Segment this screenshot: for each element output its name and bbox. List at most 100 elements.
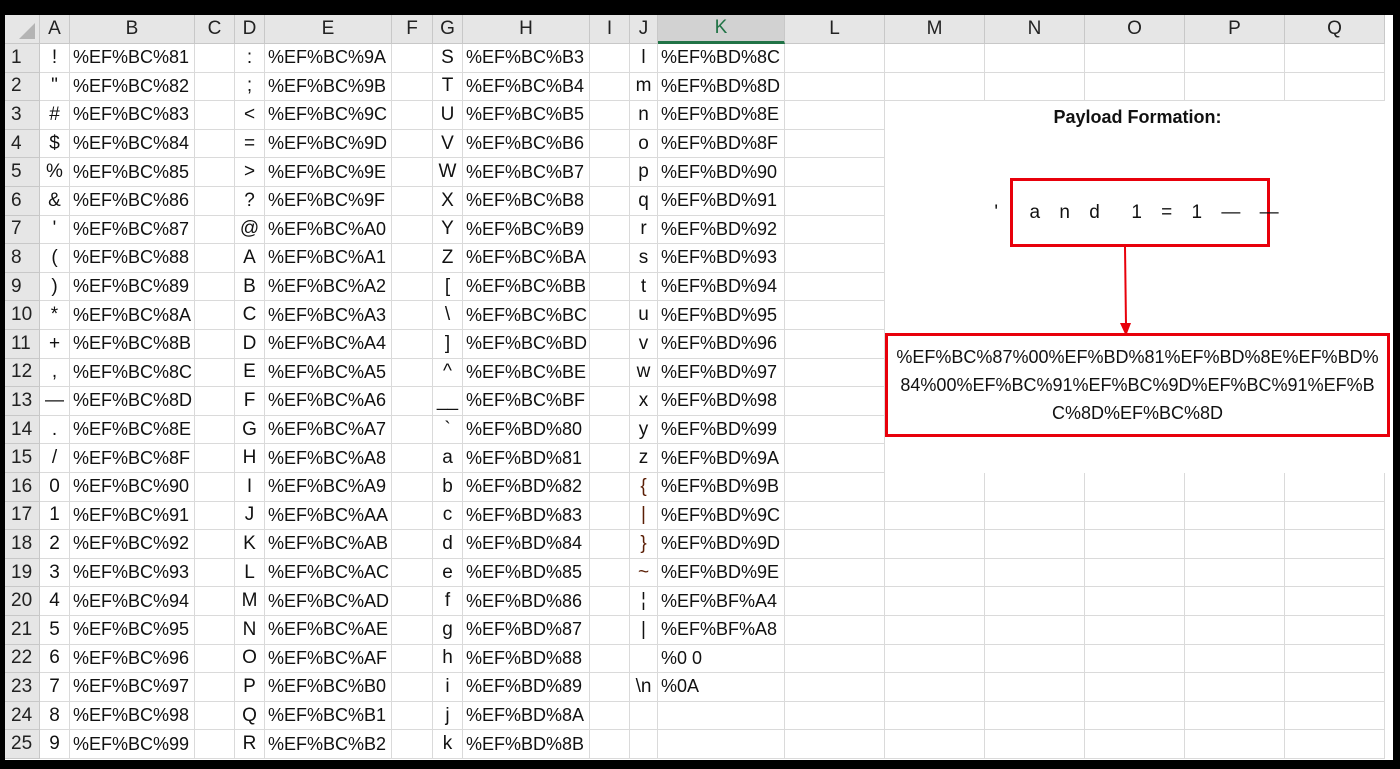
row-header-2[interactable]: 2 [5, 72, 40, 102]
cell-p18[interactable] [1185, 530, 1285, 559]
cell-b16[interactable]: %EF%BC%90 [70, 473, 195, 502]
cell-c18[interactable] [195, 530, 235, 559]
char-cell-g22[interactable]: h [433, 644, 463, 674]
column-header-h[interactable]: H [463, 15, 590, 44]
cell-b5[interactable]: %EF%BC%85 [70, 158, 195, 187]
char-cell-a20[interactable]: 4 [40, 587, 70, 616]
cell-n22[interactable] [985, 644, 1085, 674]
cell-p25[interactable] [1185, 730, 1285, 759]
row-header-10[interactable]: 10 [5, 301, 40, 330]
char-cell-a18[interactable]: 2 [40, 530, 70, 559]
char-cell-j10[interactable]: u [630, 301, 658, 330]
cell-i8[interactable] [590, 244, 630, 273]
cell-o23[interactable] [1085, 673, 1185, 702]
char-cell-g13[interactable]: __ [433, 387, 463, 416]
cell-i14[interactable] [590, 415, 630, 445]
cell-h5[interactable]: %EF%BC%B7 [463, 158, 590, 187]
column-header-c[interactable]: C [195, 15, 235, 44]
cell-p2[interactable] [1185, 72, 1285, 102]
row-header-11[interactable]: 11 [5, 330, 40, 359]
row-header-24[interactable]: 24 [5, 701, 40, 731]
row-header-13[interactable]: 13 [5, 387, 40, 416]
cell-f9[interactable] [392, 272, 433, 302]
cell-b10[interactable]: %EF%BC%8A [70, 301, 195, 330]
cell-q25[interactable] [1285, 730, 1385, 759]
char-cell-d17[interactable]: J [235, 501, 265, 531]
cell-i15[interactable] [590, 444, 630, 473]
cell-i6[interactable] [590, 187, 630, 216]
cell-f11[interactable] [392, 330, 433, 359]
char-cell-g10[interactable]: \ [433, 301, 463, 330]
cell-f4[interactable] [392, 129, 433, 159]
cell-l24[interactable] [785, 701, 885, 731]
column-header-f[interactable]: F [392, 15, 433, 44]
cell-b24[interactable]: %EF%BC%98 [70, 701, 195, 731]
cell-p16[interactable] [1185, 473, 1285, 502]
cell-h13[interactable]: %EF%BC%BF [463, 387, 590, 416]
row-header-14[interactable]: 14 [5, 415, 40, 445]
cell-b8[interactable]: %EF%BC%88 [70, 244, 195, 273]
cell-n19[interactable] [985, 558, 1085, 588]
char-cell-d2[interactable]: ; [235, 72, 265, 102]
cell-f21[interactable] [392, 616, 433, 645]
cell-k20[interactable]: %EF%BF%A4 [658, 587, 785, 616]
char-cell-g11[interactable]: ] [433, 330, 463, 359]
cell-i12[interactable] [590, 358, 630, 388]
cell-k19[interactable]: %EF%BD%9E [658, 558, 785, 588]
row-header-8[interactable]: 8 [5, 244, 40, 273]
cell-e8[interactable]: %EF%BC%A1 [265, 244, 392, 273]
row-header-12[interactable]: 12 [5, 358, 40, 388]
cell-k14[interactable]: %EF%BD%99 [658, 415, 785, 445]
cell-i17[interactable] [590, 501, 630, 531]
cell-n1[interactable] [985, 44, 1085, 73]
cell-f8[interactable] [392, 244, 433, 273]
cell-b2[interactable]: %EF%BC%82 [70, 72, 195, 102]
char-cell-g3[interactable]: U [433, 101, 463, 130]
cell-q18[interactable] [1285, 530, 1385, 559]
cell-m1[interactable] [885, 44, 985, 73]
cell-k24[interactable] [658, 701, 785, 731]
cell-n21[interactable] [985, 616, 1085, 645]
cell-k2[interactable]: %EF%BD%8D [658, 72, 785, 102]
cell-e7[interactable]: %EF%BC%A0 [265, 215, 392, 245]
cell-q22[interactable] [1285, 644, 1385, 674]
cell-n2[interactable] [985, 72, 1085, 102]
cell-o18[interactable] [1085, 530, 1185, 559]
cell-f23[interactable] [392, 673, 433, 702]
cell-m2[interactable] [885, 72, 985, 102]
cell-k11[interactable]: %EF%BD%96 [658, 330, 785, 359]
cell-h10[interactable]: %EF%BC%BC [463, 301, 590, 330]
cell-f12[interactable] [392, 358, 433, 388]
cell-h9[interactable]: %EF%BC%BB [463, 272, 590, 302]
row-header-3[interactable]: 3 [5, 101, 40, 130]
cell-c9[interactable] [195, 272, 235, 302]
char-cell-g4[interactable]: V [433, 129, 463, 159]
cell-l10[interactable] [785, 301, 885, 330]
cell-h4[interactable]: %EF%BC%B6 [463, 129, 590, 159]
cell-o21[interactable] [1085, 616, 1185, 645]
char-cell-d10[interactable]: C [235, 301, 265, 330]
cell-h15[interactable]: %EF%BD%81 [463, 444, 590, 473]
char-cell-a22[interactable]: 6 [40, 644, 70, 674]
column-header-e[interactable]: E [265, 15, 392, 44]
cell-o20[interactable] [1085, 587, 1185, 616]
cell-c5[interactable] [195, 158, 235, 187]
cell-o25[interactable] [1085, 730, 1185, 759]
char-cell-g19[interactable]: e [433, 558, 463, 588]
cell-m22[interactable] [885, 644, 985, 674]
char-cell-g16[interactable]: b [433, 473, 463, 502]
char-cell-d1[interactable]: : [235, 44, 265, 73]
cell-e19[interactable]: %EF%BC%AC [265, 558, 392, 588]
cell-q23[interactable] [1285, 673, 1385, 702]
char-cell-a11[interactable]: + [40, 330, 70, 359]
cell-l22[interactable] [785, 644, 885, 674]
cell-c20[interactable] [195, 587, 235, 616]
cell-k5[interactable]: %EF%BD%90 [658, 158, 785, 187]
cell-n18[interactable] [985, 530, 1085, 559]
char-cell-d16[interactable]: I [235, 473, 265, 502]
cell-q20[interactable] [1285, 587, 1385, 616]
cell-b20[interactable]: %EF%BC%94 [70, 587, 195, 616]
cell-e17[interactable]: %EF%BC%AA [265, 501, 392, 531]
cell-l3[interactable] [785, 101, 885, 130]
cell-e20[interactable]: %EF%BC%AD [265, 587, 392, 616]
